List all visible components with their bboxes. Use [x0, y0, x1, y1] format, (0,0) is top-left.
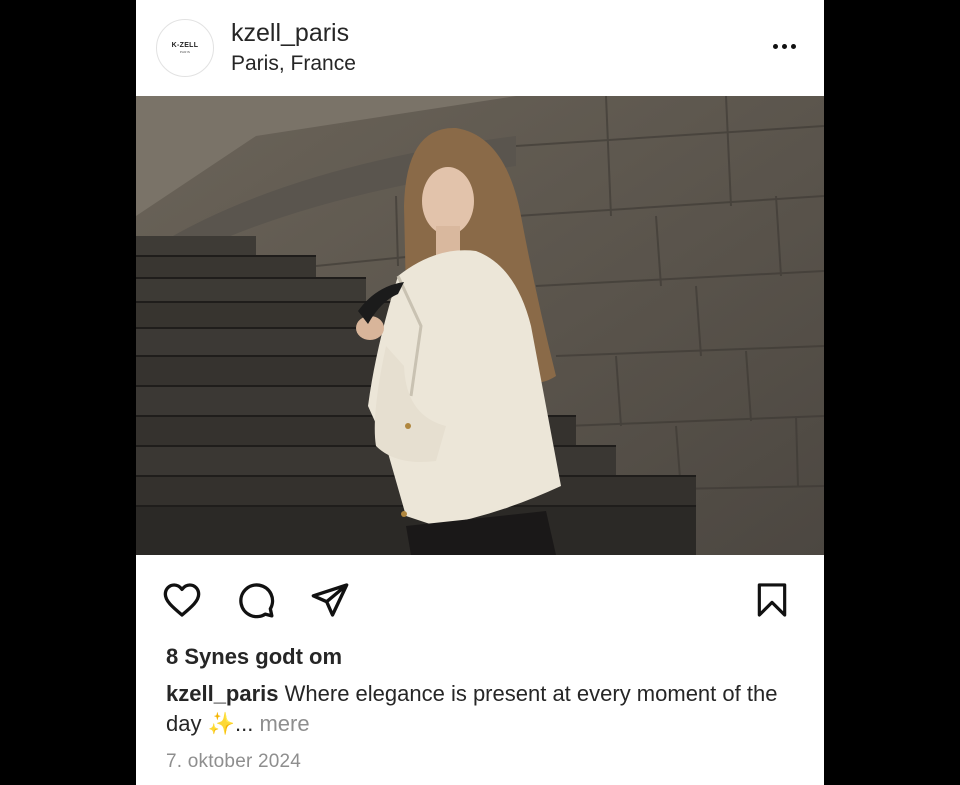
avatar-logo: K-ZELL	[171, 42, 199, 49]
more-dot	[781, 43, 787, 49]
comment-button[interactable]	[234, 578, 278, 622]
caption-username[interactable]: kzell_paris	[166, 681, 279, 706]
share-button[interactable]	[308, 578, 352, 622]
send-icon	[311, 583, 349, 617]
save-button[interactable]	[750, 578, 794, 622]
more-options-button[interactable]	[766, 36, 802, 56]
username-link[interactable]: kzell_paris	[231, 19, 349, 48]
post-date[interactable]: 7. oktober 2024	[166, 751, 301, 773]
caption-ellipsis: ...	[235, 711, 260, 736]
post-caption: kzell_paris Where elegance is present at…	[166, 679, 786, 739]
post-actions	[136, 572, 824, 628]
location-link[interactable]: Paris, France	[231, 52, 356, 76]
likes-count[interactable]: 8 Synes godt om	[166, 644, 342, 670]
more-horizontal-icon	[772, 43, 778, 49]
post-header: K-ZELL PARIS kzell_paris Paris, France	[136, 0, 824, 96]
heart-icon	[163, 583, 201, 617]
like-button[interactable]	[160, 578, 204, 622]
avatar[interactable]: K-ZELL PARIS	[156, 19, 214, 77]
sparkles-emoji: ✨	[207, 711, 235, 736]
more-dot	[790, 43, 796, 49]
post-photo	[136, 96, 824, 555]
comment-icon	[239, 583, 275, 619]
post-card: K-ZELL PARIS kzell_paris Paris, France 8…	[136, 0, 824, 785]
post-image[interactable]	[136, 96, 824, 555]
more-link[interactable]: mere	[259, 711, 309, 736]
bookmark-icon	[757, 583, 787, 617]
avatar-logo-sub: PARIS	[179, 50, 191, 54]
